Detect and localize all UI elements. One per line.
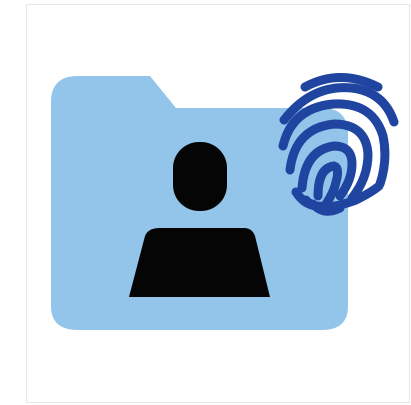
fingerprint-icon [278, 73, 399, 216]
biometric-profile-illustration [51, 73, 399, 330]
